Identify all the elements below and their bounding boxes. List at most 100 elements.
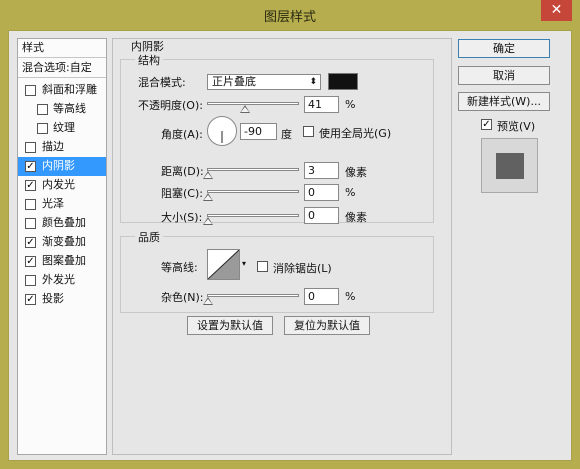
blend-options-item[interactable]: 混合选项:自定 [18, 59, 106, 78]
style-item-inner-shadow[interactable]: ✓ 内阴影 [18, 157, 106, 176]
style-item-contour[interactable]: 等高线 [18, 100, 106, 119]
opacity-label: 不透明度(O): [138, 99, 203, 112]
angle-dial[interactable] [207, 116, 237, 146]
new-style-button[interactable]: 新建样式(W)... [458, 92, 550, 111]
style-item-satin[interactable]: 光泽 [18, 195, 106, 214]
global-light-checkbox[interactable] [303, 126, 314, 137]
inner-shadow-checkbox[interactable]: ✓ [25, 161, 36, 172]
style-preview-thumbnail [481, 138, 538, 193]
preview-label: 预览(V) [497, 120, 536, 133]
angle-input[interactable]: -90 [240, 123, 277, 140]
noise-unit: % [345, 290, 356, 303]
noise-slider-track[interactable] [207, 294, 299, 297]
inner-shadow-panel: 内阴影 结构 混合模式: 正片叠底 ⬍ 不透明度(O): 41 % 角度(A): [112, 38, 452, 455]
angle-label: 角度(A): [161, 128, 203, 141]
global-light-label: 使用全局光(G) [319, 127, 392, 140]
opacity-slider-handle[interactable] [239, 105, 250, 113]
style-item-label: 等高线 [53, 102, 86, 115]
noise-input[interactable]: 0 [304, 288, 339, 305]
bevel-emboss-checkbox[interactable] [25, 85, 36, 96]
angle-unit: 度 [281, 128, 292, 141]
distance-slider-handle[interactable] [203, 171, 213, 179]
choke-unit: % [345, 186, 356, 199]
drop-shadow-checkbox[interactable]: ✓ [25, 294, 36, 305]
distance-input[interactable]: 3 [304, 162, 339, 179]
style-item-label: 颜色叠加 [42, 216, 86, 229]
style-item-label: 投影 [42, 292, 64, 305]
style-item-label: 光泽 [42, 197, 64, 210]
quality-group: 品质 等高线: ▾ 消除锯齿(L) 杂色(N): 0 % [120, 229, 434, 313]
style-item-label: 渐变叠加 [42, 235, 86, 248]
blend-mode-value: 正片叠底 [212, 75, 256, 88]
layer-style-dialog: 图层样式 ✕ 样式 混合选项:自定 斜面和浮雕 等高线 纹理 描边 ✓ 内阴影 … [0, 0, 580, 469]
gradient-overlay-checkbox[interactable]: ✓ [25, 237, 36, 248]
style-item-drop-shadow[interactable]: ✓ 投影 [18, 290, 106, 309]
outer-glow-checkbox[interactable] [25, 275, 36, 286]
choke-input[interactable]: 0 [304, 184, 339, 201]
distance-slider-track[interactable] [207, 168, 299, 171]
opacity-unit: % [345, 98, 356, 111]
texture-checkbox[interactable] [37, 123, 48, 134]
blend-mode-select[interactable]: 正片叠底 ⬍ [207, 74, 321, 90]
style-item-label: 斜面和浮雕 [42, 83, 97, 96]
contour-label: 等高线: [161, 261, 198, 274]
size-label: 大小(S): [161, 211, 203, 224]
size-slider-track[interactable] [207, 214, 299, 217]
distance-label: 距离(D): [161, 165, 204, 178]
contour-curve-icon [208, 250, 239, 279]
choke-slider-track[interactable] [207, 190, 299, 193]
angle-indicator-icon [221, 131, 223, 143]
contour-picker[interactable] [207, 249, 240, 280]
ok-button[interactable]: 确定 [458, 39, 550, 58]
opacity-slider-track[interactable] [207, 102, 299, 105]
reset-default-button[interactable]: 复位为默认值 [284, 316, 370, 335]
blend-mode-label: 混合模式: [138, 76, 186, 89]
choke-slider-handle[interactable] [203, 193, 213, 201]
style-item-bevel-emboss[interactable]: 斜面和浮雕 [18, 81, 106, 100]
pattern-overlay-checkbox[interactable]: ✓ [25, 256, 36, 267]
antialias-label: 消除锯齿(L) [273, 262, 332, 275]
choke-label: 阻塞(C): [161, 187, 203, 200]
size-unit: 像素 [345, 211, 367, 224]
size-input[interactable]: 0 [304, 207, 339, 224]
style-item-gradient-overlay[interactable]: ✓ 渐变叠加 [18, 233, 106, 252]
styles-list: 样式 混合选项:自定 斜面和浮雕 等高线 纹理 描边 ✓ 内阴影 ✓ 内发光 光… [17, 38, 107, 455]
style-item-label: 外发光 [42, 273, 75, 286]
preview-swatch [496, 153, 524, 179]
close-button[interactable]: ✕ [541, 0, 572, 21]
style-item-label: 纹理 [53, 121, 75, 134]
dropdown-arrow-icon: ⬍ [309, 77, 317, 87]
style-item-label: 内阴影 [42, 159, 75, 172]
contour-dropdown-arrow-icon[interactable]: ▾ [242, 259, 246, 268]
structure-title: 结构 [135, 52, 163, 68]
size-slider-handle[interactable] [203, 217, 213, 225]
contour-checkbox[interactable] [37, 104, 48, 115]
opacity-input[interactable]: 41 [304, 96, 339, 113]
noise-slider-handle[interactable] [203, 297, 213, 305]
style-item-outer-glow[interactable]: 外发光 [18, 271, 106, 290]
color-overlay-checkbox[interactable] [25, 218, 36, 229]
title-bar[interactable]: 图层样式 ✕ [0, 0, 580, 30]
style-item-pattern-overlay[interactable]: ✓ 图案叠加 [18, 252, 106, 271]
cancel-button[interactable]: 取消 [458, 66, 550, 85]
preview-checkbox[interactable]: ✓ [481, 119, 492, 130]
style-item-inner-glow[interactable]: ✓ 内发光 [18, 176, 106, 195]
inner-glow-checkbox[interactable]: ✓ [25, 180, 36, 191]
quality-title: 品质 [135, 229, 163, 245]
structure-group: 结构 混合模式: 正片叠底 ⬍ 不透明度(O): 41 % 角度(A): -90… [120, 52, 434, 225]
shadow-color-swatch[interactable] [328, 73, 358, 90]
style-item-stroke[interactable]: 描边 [18, 138, 106, 157]
styles-header[interactable]: 样式 [18, 39, 106, 58]
satin-checkbox[interactable] [25, 199, 36, 210]
style-item-color-overlay[interactable]: 颜色叠加 [18, 214, 106, 233]
style-item-label: 图案叠加 [42, 254, 86, 267]
style-item-label: 描边 [42, 140, 64, 153]
stroke-checkbox[interactable] [25, 142, 36, 153]
noise-label: 杂色(N): [161, 291, 204, 304]
window-title: 图层样式 [263, 10, 316, 25]
dialog-body: 样式 混合选项:自定 斜面和浮雕 等高线 纹理 描边 ✓ 内阴影 ✓ 内发光 光… [8, 30, 572, 461]
distance-unit: 像素 [345, 166, 367, 179]
make-default-button[interactable]: 设置为默认值 [187, 316, 273, 335]
antialias-checkbox[interactable] [257, 261, 268, 272]
style-item-texture[interactable]: 纹理 [18, 119, 106, 138]
